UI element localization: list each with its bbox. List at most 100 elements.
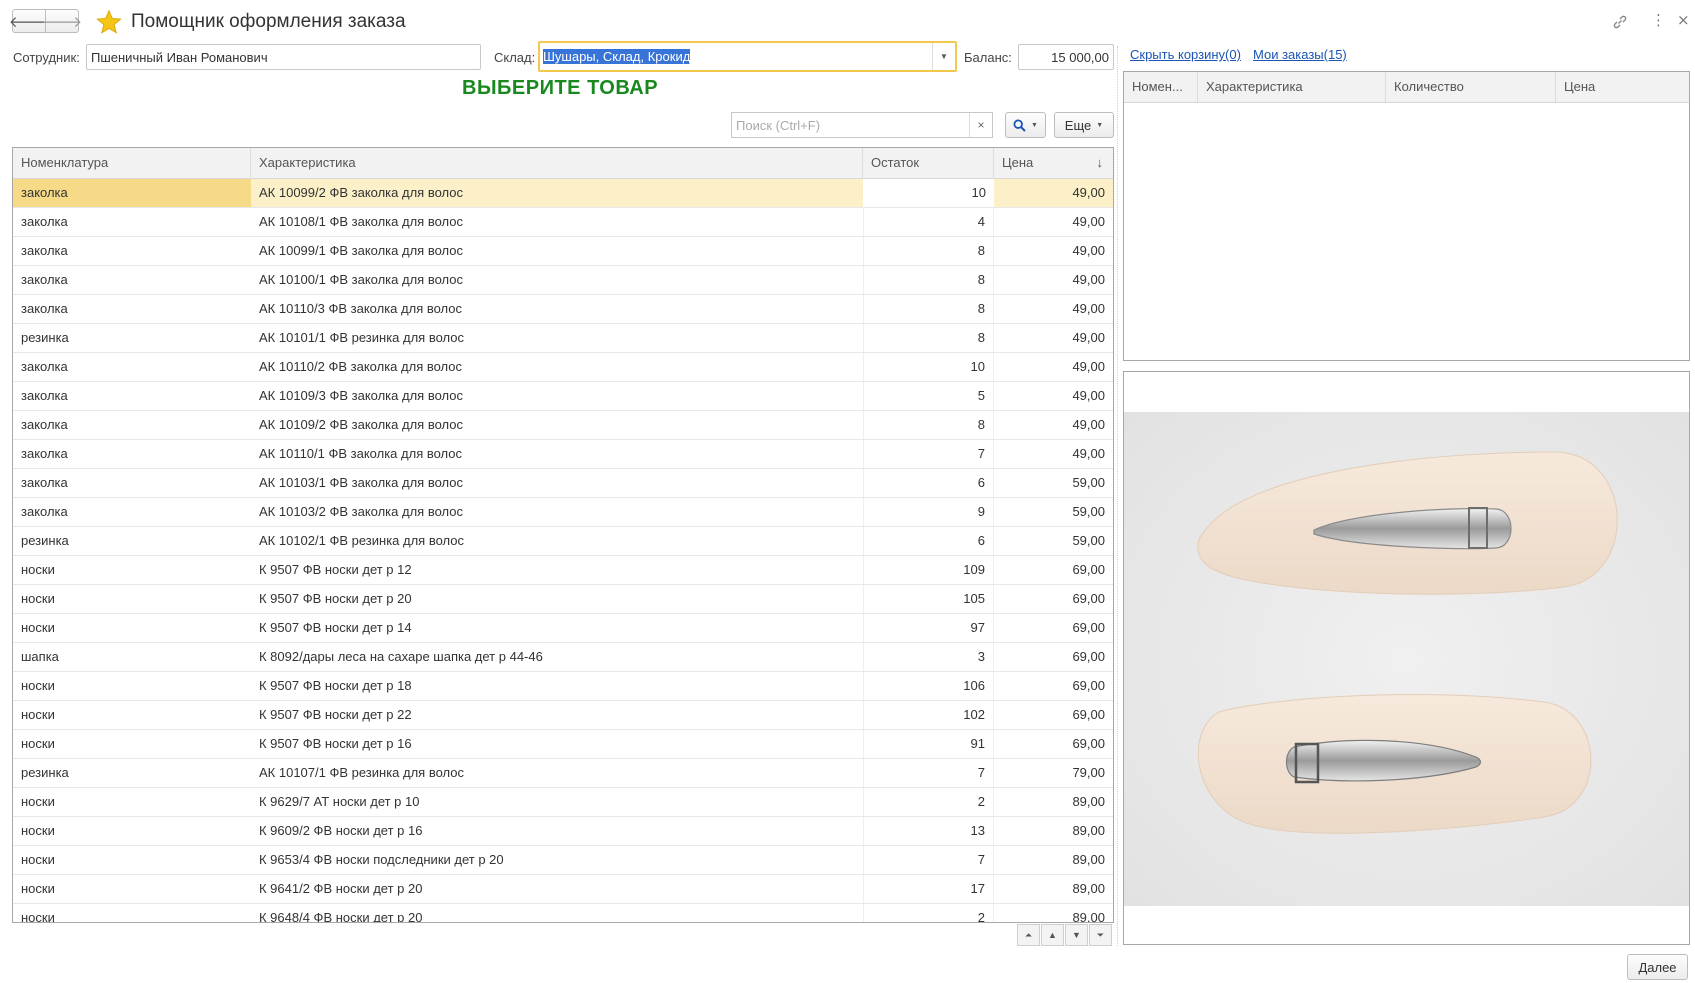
basket-table[interactable]: Номен... Характеристика Количество Цена: [1123, 71, 1690, 361]
basket-column-nomenclature[interactable]: Номен...: [1124, 72, 1198, 102]
cell-price: 69,00: [1072, 591, 1105, 606]
cell-nomenclature: заколка: [21, 446, 68, 461]
column-header-stock[interactable]: Остаток: [863, 148, 994, 178]
cell-price: 69,00: [1072, 707, 1105, 722]
chevron-down-icon: ▼: [1096, 121, 1104, 129]
my-orders-link[interactable]: Мои заказы(15): [1253, 47, 1347, 62]
cell-price: 49,00: [1072, 185, 1105, 200]
table-row[interactable]: носки К 9507 ФВ носки дет р 14 97 69,00: [13, 614, 1113, 643]
cell-nomenclature: заколка: [21, 359, 68, 374]
table-row[interactable]: резинка АК 10102/1 ФВ резинка для волос 6 5…: [13, 527, 1113, 556]
forward-button[interactable]: 🡒: [42, 9, 82, 33]
table-row[interactable]: резинка АК 10107/1 ФВ резинка для волос 7 7…: [13, 759, 1113, 788]
cell-price: 49,00: [1072, 359, 1105, 374]
cell-nomenclature: шапка: [21, 649, 59, 664]
cell-price: 49,00: [1072, 301, 1105, 316]
cell-nomenclature: носки: [21, 562, 55, 577]
cell-nomenclature: заколка: [21, 388, 68, 403]
basket-column-price[interactable]: Цена: [1556, 72, 1689, 102]
cell-characteristic: АК 10109/2 ФВ заколка для волос: [259, 417, 463, 432]
hide-basket-link[interactable]: Скрыть корзину(0): [1130, 47, 1241, 62]
table-row[interactable]: заколка АК 10109/2 ФВ заколка для волос 8 4…: [13, 411, 1113, 440]
table-row[interactable]: носки К 9609/2 ФВ носки дет р 16 13 89,00: [13, 817, 1113, 846]
scroll-first-button[interactable]: ⏶: [1017, 924, 1040, 946]
table-row[interactable]: носки К 9629/7 АТ носки дет р 10 2 89,00: [13, 788, 1113, 817]
table-row[interactable]: заколка АК 10103/2 ФВ заколка для волос 9 5…: [13, 498, 1113, 527]
cell-nomenclature: носки: [21, 707, 55, 722]
cell-stock: 7: [863, 759, 994, 787]
table-body: заколка АК 10099/2 ФВ заколка для волос 10…: [13, 179, 1113, 923]
cell-nomenclature: резинка: [21, 533, 69, 548]
more-button[interactable]: Еще ▼: [1054, 112, 1114, 138]
table-row[interactable]: заколка АК 10099/1 ФВ заколка для волос 8 4…: [13, 237, 1113, 266]
table-row[interactable]: заколка АК 10103/1 ФВ заколка для волос 6 5…: [13, 469, 1113, 498]
cell-nomenclature: заколка: [21, 417, 68, 432]
panel-splitter[interactable]: [1117, 46, 1119, 946]
table-row[interactable]: носки К 9507 ФВ носки дет р 20 105 69,00: [13, 585, 1113, 614]
chevron-down-icon[interactable]: ▼: [932, 43, 955, 70]
table-row[interactable]: носки К 9648/4 ФВ носки дет р 20 2 89,00: [13, 904, 1113, 923]
cell-price: 89,00: [1072, 794, 1105, 809]
cell-nomenclature: носки: [21, 852, 55, 867]
table-header: Номенклатура Характеристика Остаток Цена…: [13, 148, 1113, 179]
cell-price: 69,00: [1072, 562, 1105, 577]
table-row[interactable]: носки К 9507 ФВ носки дет р 12 109 69,00: [13, 556, 1113, 585]
more-vert-icon[interactable]: ⋮: [1651, 11, 1666, 29]
table-row[interactable]: носки К 9641/2 ФВ носки дет р 20 17 89,00: [13, 875, 1113, 904]
table-row[interactable]: заколка АК 10108/1 ФВ заколка для волос 4 4…: [13, 208, 1113, 237]
basket-header: Номен... Характеристика Количество Цена: [1124, 72, 1689, 103]
search-button[interactable]: ▼: [1005, 112, 1046, 138]
warehouse-field[interactable]: Шушары, Склад, Крокид ▼: [538, 41, 957, 72]
table-row[interactable]: носки К 9507 ФВ носки дет р 18 106 69,00: [13, 672, 1113, 701]
column-header-price-label: Цена: [1002, 155, 1034, 170]
cell-characteristic: АК 10102/1 ФВ резинка для волос: [259, 533, 465, 548]
table-row[interactable]: заколка АК 10110/3 ФВ заколка для волос 8 4…: [13, 295, 1113, 324]
cell-characteristic: АК 10110/1 ФВ заколка для волос: [259, 446, 463, 461]
cell-characteristic: К 9629/7 АТ носки дет р 10: [259, 794, 420, 809]
products-table[interactable]: Номенклатура Характеристика Остаток Цена…: [12, 147, 1114, 923]
table-row[interactable]: заколка АК 10110/1 ФВ заколка для волос 7 4…: [13, 440, 1113, 469]
cell-price: 89,00: [1072, 852, 1105, 867]
cell-price: 69,00: [1072, 620, 1105, 635]
cell-price: 49,00: [1072, 243, 1105, 258]
table-row[interactable]: заколка АК 10099/2 ФВ заколка для волос 10…: [13, 179, 1113, 208]
scroll-up-button[interactable]: ▲: [1041, 924, 1064, 946]
next-button[interactable]: Далее: [1627, 954, 1688, 980]
cell-nomenclature: носки: [21, 678, 55, 693]
scroll-last-button[interactable]: ⏷: [1089, 924, 1112, 946]
cell-nomenclature: заколка: [21, 301, 68, 316]
table-row[interactable]: шапка К 8092/дары леса на сахаре шапка де…: [13, 643, 1113, 672]
column-header-characteristic[interactable]: Характеристика: [251, 148, 863, 178]
cell-price: 59,00: [1072, 533, 1105, 548]
balance-field: 15 000,00: [1018, 44, 1114, 70]
table-row[interactable]: носки К 9507 ФВ носки дет р 22 102 69,00: [13, 701, 1113, 730]
table-row[interactable]: заколка АК 10110/2 ФВ заколка для волос 10…: [13, 353, 1113, 382]
cell-characteristic: АК 10109/3 ФВ заколка для волос: [259, 388, 463, 403]
cell-stock: 7: [863, 440, 994, 468]
cell-nomenclature: носки: [21, 910, 55, 923]
cell-stock: 102: [863, 701, 994, 729]
table-row[interactable]: заколка АК 10100/1 ФВ заколка для волос 8 4…: [13, 266, 1113, 295]
search-input[interactable]: Поиск (Ctrl+F) ×: [731, 112, 993, 138]
cell-nomenclature: носки: [21, 620, 55, 635]
basket-column-quantity[interactable]: Количество: [1386, 72, 1556, 102]
star-icon[interactable]: [96, 9, 122, 35]
link-icon[interactable]: [1612, 14, 1628, 30]
table-row[interactable]: заколка АК 10109/3 ФВ заколка для волос 5 4…: [13, 382, 1113, 411]
table-row[interactable]: носки К 9507 ФВ носки дет р 16 91 69,00: [13, 730, 1113, 759]
close-icon[interactable]: ×: [1677, 11, 1690, 29]
page-heading: ВЫБЕРИТЕ ТОВАР: [462, 77, 659, 99]
employee-field[interactable]: Пшеничный Иван Романович: [86, 44, 481, 70]
employee-label: Сотрудник:: [13, 50, 80, 65]
cell-nomenclature: заколка: [13, 179, 251, 207]
column-header-nomenclature[interactable]: Номенклатура: [13, 148, 251, 178]
scroll-down-button[interactable]: ▼: [1065, 924, 1088, 946]
back-button[interactable]: 🡐: [9, 9, 49, 33]
table-row[interactable]: носки К 9653/4 ФВ носки подследники дет р…: [13, 846, 1113, 875]
basket-column-characteristic[interactable]: Характеристика: [1198, 72, 1386, 102]
clear-icon[interactable]: ×: [969, 113, 992, 137]
table-row[interactable]: резинка АК 10101/1 ФВ резинка для волос 8 4…: [13, 324, 1113, 353]
cell-characteristic: К 9609/2 ФВ носки дет р 16: [259, 823, 423, 838]
cell-characteristic: К 9648/4 ФВ носки дет р 20: [259, 910, 423, 923]
column-header-price[interactable]: Цена ↓: [994, 148, 1113, 178]
